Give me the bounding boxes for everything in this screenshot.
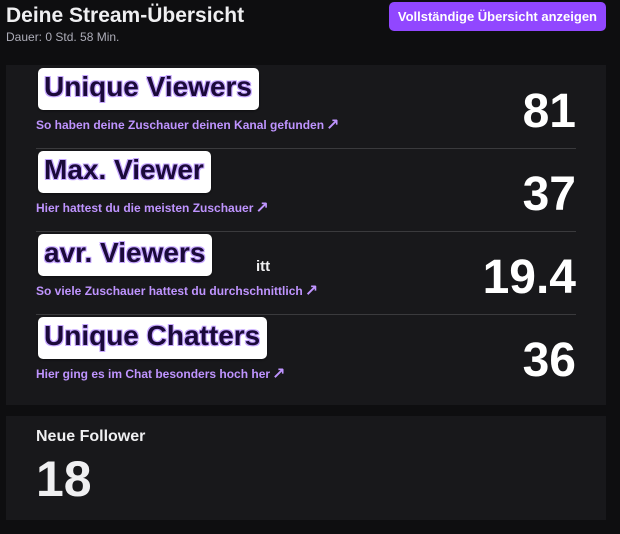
stat-subtitle-link[interactable]: So haben deine Zuschauer deinen Kanal ge… bbox=[36, 115, 339, 135]
stat-value: 36 bbox=[522, 334, 576, 387]
stat-subtitle-link[interactable]: So viele Zuschauer hattest du durchschni… bbox=[36, 281, 318, 301]
arrow-up-right-icon: ↗ bbox=[255, 200, 269, 217]
stats-panel: So haben deine Zuschauer deinen Kanal ge… bbox=[6, 65, 606, 405]
arrow-up-right-icon: ↗ bbox=[326, 117, 340, 134]
stat-unique-chatters: Hier ging es im Chat besonders hoch her ↗… bbox=[36, 314, 576, 397]
stream-duration: Dauer: 0 Std. 58 Min. bbox=[6, 30, 120, 44]
stat-value: 19.4 bbox=[482, 251, 576, 304]
stat-subtitle-text: Hier hattest du die meisten Zuschauer bbox=[36, 201, 254, 215]
followers-value: 18 bbox=[36, 451, 92, 507]
stat-max-viewers: Hier hattest du die meisten Zuschauer ↗ 3… bbox=[36, 148, 576, 232]
stat-subtitle-text: So haben deine Zuschauer deinen Kanal ge… bbox=[36, 118, 325, 132]
full-overview-button[interactable]: Vollständige Übersicht anzeigen bbox=[388, 2, 606, 31]
stat-unique-viewers: So haben deine Zuschauer deinen Kanal ge… bbox=[36, 65, 576, 149]
stat-subtitle-text: So viele Zuschauer hattest du durchschni… bbox=[36, 284, 303, 298]
stat-subtitle-text: Hier ging es im Chat besonders hoch her bbox=[36, 367, 271, 381]
stat-value: 81 bbox=[522, 85, 576, 138]
stat-subtitle-link[interactable]: Hier hattest du die meisten Zuschauer ↗ bbox=[36, 198, 269, 218]
stat-overlay-label: avr. Viewers bbox=[38, 234, 213, 276]
summary-header: Deine Stream-Übersicht Dauer: 0 Std. 58 … bbox=[6, 2, 606, 48]
arrow-up-right-icon: ↗ bbox=[272, 366, 286, 383]
stat-label: itt bbox=[256, 258, 271, 275]
followers-label: Neue Follower bbox=[36, 428, 146, 445]
arrow-up-right-icon: ↗ bbox=[304, 283, 319, 300]
stat-overlay-label: Max. Viewer bbox=[38, 151, 211, 193]
stat-overlay-label: Unique Viewers bbox=[38, 68, 260, 110]
stat-overlay-label: Unique Chatters bbox=[38, 317, 268, 359]
stat-average-viewers: itt So viele Zuschauer hattest du durchs… bbox=[36, 231, 576, 315]
followers-panel: Neue Follower 18 bbox=[6, 416, 606, 520]
stat-subtitle-link[interactable]: Hier ging es im Chat besonders hoch her ↗ bbox=[36, 364, 285, 384]
stat-value: 37 bbox=[522, 168, 576, 221]
